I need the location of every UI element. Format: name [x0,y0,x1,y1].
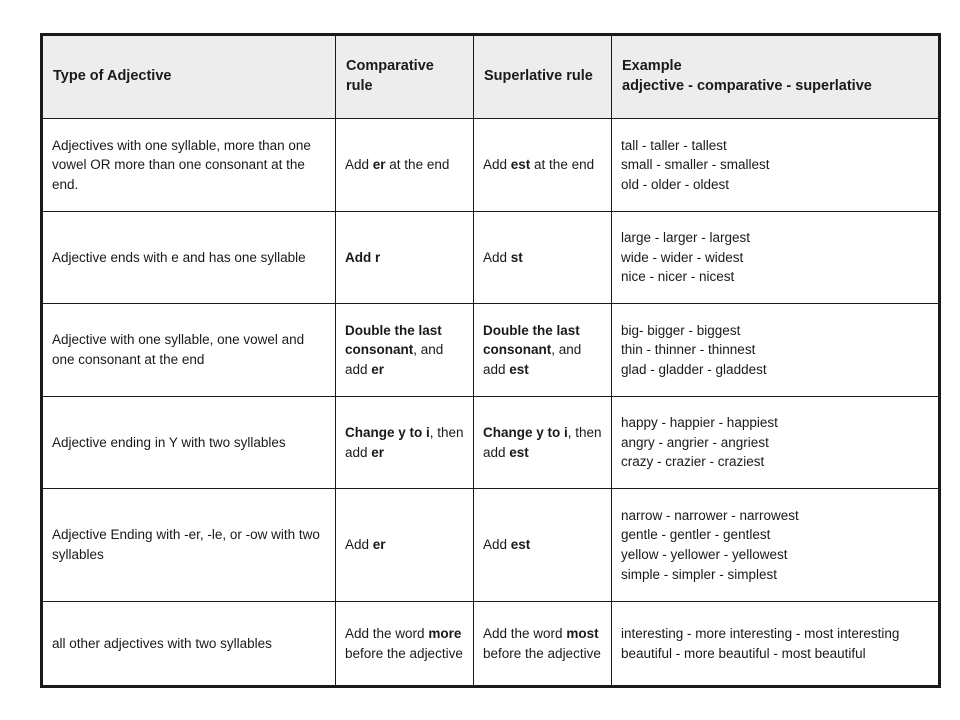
rule-text: Add [345,157,373,173]
column-header-comparative-rule: Comparative rule [335,34,474,119]
rule-emphasis: st [510,249,523,265]
cell-comparative-rule: Add er [335,488,474,602]
rule-emphasis: er [372,537,386,553]
rule-emphasis: Add r [345,249,381,265]
rule-text: before the adjective [483,645,601,661]
example-line: angry - angrier - angriest [621,434,769,450]
rule-emphasis: er [371,444,385,460]
table-row: Adjective ends with e and has one syllab… [41,211,940,304]
example-line: crazy - crazier - craziest [621,454,765,470]
table-header: Type of Adjective Comparative rule Superl… [41,34,940,119]
column-header-example: Example adjective - comparative - superla… [611,34,940,119]
rule-text: Add the word [483,625,567,641]
column-header-type-of-adjective: Type of Adjective [41,34,336,119]
rule-text: Add the word [345,625,429,641]
column-header-line: rule [346,78,373,94]
adjective-comparison-table: Type of Adjective Comparative rule Superl… [40,33,941,688]
rule-text: Add [345,537,373,553]
cell-comparative-rule: Add r [335,211,474,304]
example-line: wide - wider - widest [621,249,744,265]
table-row: Adjectives with one syllable, more than … [41,118,940,212]
cell-type-of-adjective: all other adjectives with two syllables [41,601,336,687]
table-row: Adjective ending in Y with two syllables… [41,396,940,489]
rule-emphasis: er [372,157,386,173]
rule-emphasis: most [566,625,599,641]
rule-emphasis: est [510,157,531,173]
cell-examples: narrow - narrower - narrowest gentle - ge… [611,488,940,602]
column-header-line: adjective - comparative - superlative [622,78,872,94]
rule-text: at the end [385,157,450,173]
cell-type-of-adjective: Adjective ending in Y with two syllables [41,396,336,489]
example-line: interesting - more interesting - most in… [621,625,900,641]
cell-examples: big- bigger - biggest thin - thinner - th… [611,303,940,397]
cell-comparative-rule: Double the last consonant, and add er [335,303,474,397]
table-row: Adjective Ending with -er, -le, or -ow w… [41,488,940,602]
rule-text: Add [483,157,511,173]
column-header-line: Comparative [346,58,434,75]
rule-emphasis: est [509,444,529,460]
table-row: Adjective with one syllable, one vowel a… [41,303,940,397]
rule-text: Add [483,537,511,553]
column-header-line: Superlative rule [484,68,593,85]
example-line: happy - happier - happiest [621,415,778,431]
rule-text: Add [483,249,511,265]
example-line: glad - gladder - gladdest [621,361,767,377]
cell-type-of-adjective: Adjective Ending with -er, -le, or -ow w… [41,488,336,602]
column-header-line: Type of Adjective [53,68,172,85]
cell-superlative-rule: Add the word most before the adjective [473,601,612,687]
cell-examples: happy - happier - happiest angry - angrie… [611,396,940,489]
example-line: tall - taller - tallest [621,137,727,153]
cell-comparative-rule: Change y to i, then add er [335,396,474,489]
cell-superlative-rule: Double the last consonant, and add est [473,303,612,397]
example-line: beautiful - more beautiful - most beauti… [621,645,866,661]
example-line: large - larger - largest [621,230,751,246]
example-line: big- bigger - biggest [621,322,741,338]
cell-type-of-adjective: Adjective ends with e and has one syllab… [41,211,336,304]
cell-superlative-rule: Change y to i, then add est [473,396,612,489]
cell-superlative-rule: Add st [473,211,612,304]
table-header-row: Type of Adjective Comparative rule Superl… [41,34,940,119]
cell-superlative-rule: Add est [473,488,612,602]
example-line: simple - simpler - simplest [621,566,778,582]
rule-text: at the end [530,157,595,173]
table-row: all other adjectives with two syllables A… [41,601,940,687]
rule-emphasis: est [510,537,531,553]
rule-emphasis: more [428,625,462,641]
cell-examples: large - larger - largest wide - wider - w… [611,211,940,304]
cell-superlative-rule: Add est at the end [473,118,612,212]
example-line: small - smaller - smallest [621,157,770,173]
column-header-line: Example [622,58,682,75]
example-line: thin - thinner - thinnest [621,342,756,358]
example-line: yellow - yellower - yellowest [621,547,788,562]
example-line: nice - nicer - nicest [621,269,735,285]
rule-emphasis: Change y to i [483,424,568,440]
rule-text: before the adjective [345,645,463,661]
rule-emphasis: est [509,361,529,377]
cell-examples: interesting - more interesting - most in… [611,601,940,687]
cell-examples: tall - taller - tallest small - smaller -… [611,118,940,212]
cell-type-of-adjective: Adjective with one syllable, one vowel a… [41,303,336,397]
example-line: narrow - narrower - narrowest [621,507,799,523]
cell-comparative-rule: Add the word more before the adjective [335,601,474,687]
cell-type-of-adjective: Adjectives with one syllable, more than … [41,118,336,212]
example-line: old - older - oldest [621,176,730,192]
example-line: gentle - gentler - gentlest [621,527,771,543]
cell-comparative-rule: Add er at the end [335,118,474,212]
column-header-superlative-rule: Superlative rule [473,34,612,119]
table-body: Adjectives with one syllable, more than … [41,118,940,687]
page-root: Type of Adjective Comparative rule Superl… [0,0,960,720]
rule-emphasis: Change y to i [345,424,430,440]
rule-emphasis: er [371,361,385,377]
